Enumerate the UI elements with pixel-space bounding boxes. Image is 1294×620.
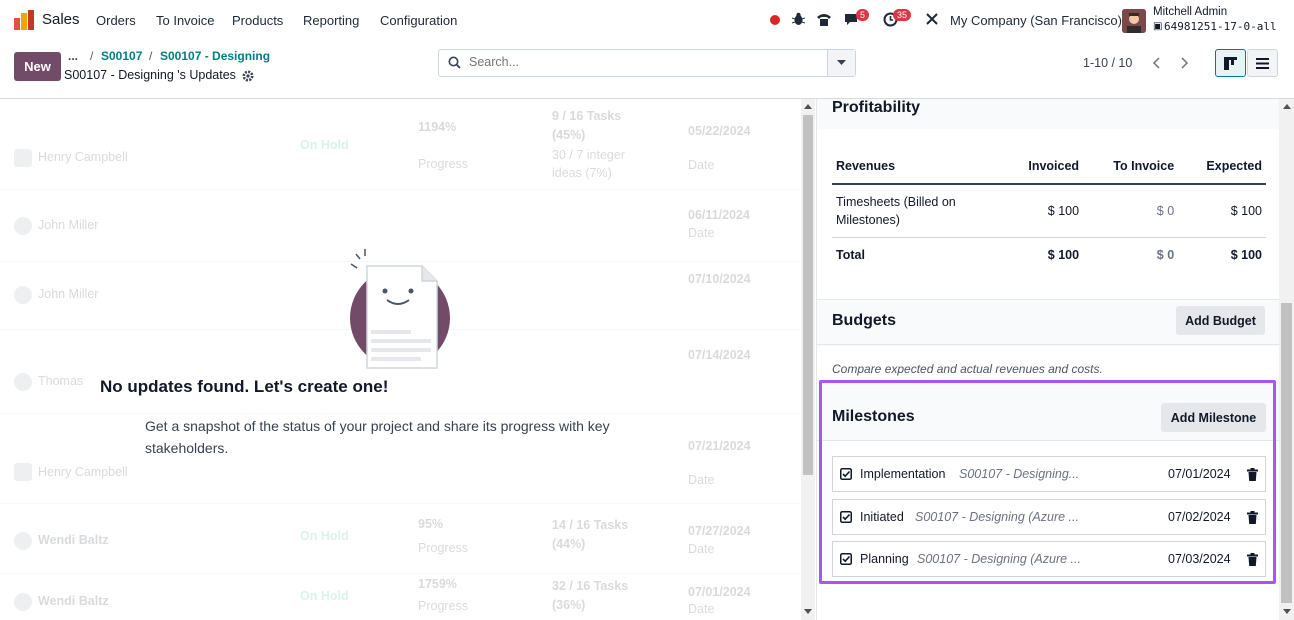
messages-badge: 5 <box>856 9 870 21</box>
table-total-row: Total $ 100 $ 0 $ 100 <box>836 248 1262 262</box>
menu-configuration[interactable]: Configuration <box>380 13 457 28</box>
breadcrumb-more[interactable]: ... <box>68 49 78 63</box>
milestones-highlight-frame <box>819 380 1276 584</box>
budgets-description: Compare expected and actual revenues and… <box>832 362 1103 376</box>
pager-value[interactable]: 1-10 / 10 <box>1083 56 1132 70</box>
list-item: Wendi Baltz On Hold 1759% Progress 32 / … <box>0 574 800 620</box>
view-kanban-button[interactable] <box>1215 49 1246 77</box>
gear-icon[interactable] <box>242 70 254 82</box>
empty-document-illustration <box>350 249 450 369</box>
list-item: Wendi Baltz On Hold 95% Progress 14 / 16… <box>0 504 800 574</box>
profitability-table: Revenues Invoiced To Invoice Expected Ti… <box>832 149 1266 272</box>
scroll-up-icon[interactable] <box>803 102 813 110</box>
budgets-title: Budgets <box>832 312 896 329</box>
list-item: Henry Campbell On Hold 1194% Progress 9 … <box>0 99 800 190</box>
activities-badge: 35 <box>893 9 912 21</box>
kanban-icon <box>1224 56 1237 70</box>
scroll-up-icon[interactable] <box>1282 102 1292 110</box>
menu-to-invoice[interactable]: To Invoice <box>156 13 215 28</box>
database-name: 64981251-17-0-all <box>1164 20 1277 33</box>
table-header: Invoiced <box>1002 149 1084 185</box>
user-name[interactable]: Mitchell Admin <box>1153 6 1227 18</box>
list-icon <box>1256 57 1269 69</box>
left-scrollbar-thumb[interactable] <box>803 115 813 475</box>
page-title: S00107 - Designing 's Updates <box>64 68 236 82</box>
breadcrumb-separator: / <box>149 49 153 63</box>
project-updates-list: Henry Campbell On Hold 1194% Progress 9 … <box>0 99 800 620</box>
profitability-title: Profitability <box>832 99 921 116</box>
add-budget-button[interactable]: Add Budget <box>1176 306 1265 335</box>
search-bar <box>438 49 856 77</box>
menu-orders[interactable]: Orders <box>96 13 136 28</box>
bug-icon[interactable] <box>792 12 805 26</box>
app-name[interactable]: Sales <box>42 11 80 28</box>
menu-products[interactable]: Products <box>232 13 283 28</box>
breadcrumb-separator: / <box>90 49 94 63</box>
user-avatar[interactable] <box>1122 9 1146 33</box>
new-button[interactable]: New <box>14 52 61 81</box>
breadcrumb-sale-order[interactable]: S00107 <box>101 49 142 63</box>
empty-state-title: No updates found. Let's create one! <box>100 377 389 396</box>
right-side-panel: Profitability Revenues Invoiced To Invoi… <box>816 99 1294 620</box>
company-switcher[interactable]: My Company (San Francisco) <box>950 13 1122 28</box>
record-indicator-icon[interactable] <box>770 15 780 25</box>
pager-previous[interactable] <box>1142 50 1170 76</box>
chevron-left-icon <box>1152 57 1160 69</box>
right-scrollbar-thumb[interactable] <box>1281 303 1292 603</box>
tools-icon[interactable] <box>925 12 939 26</box>
phone-icon[interactable] <box>816 12 832 27</box>
table-row: Timesheets (Billed on Milestones) $ 100 … <box>832 184 1266 238</box>
search-input[interactable] <box>469 55 849 69</box>
pager-next[interactable] <box>1171 50 1199 76</box>
table-header: Revenues <box>832 149 1002 185</box>
database-icon: ▣ <box>1153 21 1163 32</box>
empty-state-text: Get a snapshot of the status of your pro… <box>145 418 610 456</box>
search-options-toggle[interactable] <box>827 50 855 76</box>
scroll-down-icon[interactable] <box>1282 608 1292 616</box>
sales-app-icon[interactable] <box>13 9 35 31</box>
chevron-right-icon <box>1181 57 1189 69</box>
menu-reporting[interactable]: Reporting <box>303 13 359 28</box>
search-icon <box>448 56 461 69</box>
profitability-section: Revenues Invoiced To Invoice Expected Ti… <box>817 129 1279 299</box>
top-navbar: Sales Orders To Invoice Products Reporti… <box>0 0 1294 40</box>
view-list-button[interactable] <box>1247 49 1278 77</box>
breadcrumb-project[interactable]: S00107 - Designing <box>160 49 270 63</box>
table-header: Expected <box>1178 149 1266 185</box>
table-header: To Invoice <box>1083 149 1179 185</box>
caret-down-icon <box>837 60 846 65</box>
scroll-down-icon[interactable] <box>803 608 813 616</box>
